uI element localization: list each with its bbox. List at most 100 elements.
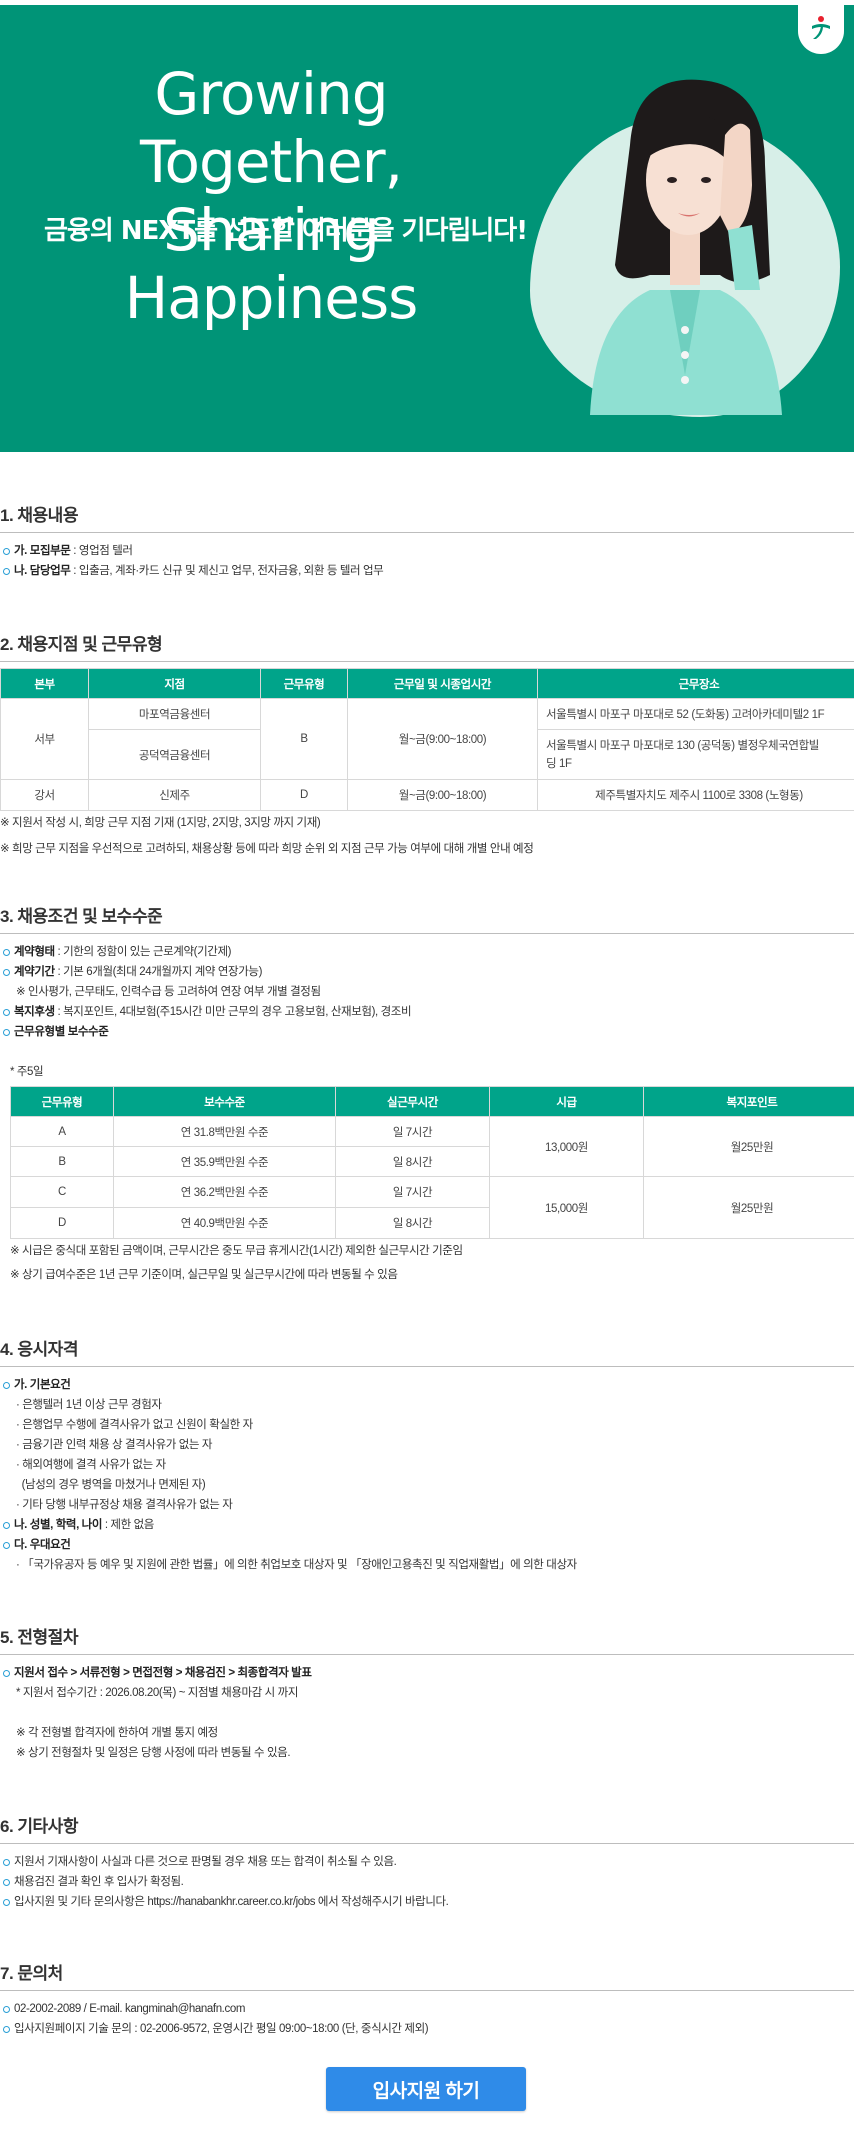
cell-point: 월25만원: [643, 1116, 854, 1177]
table-row: 서부 마포역금융센터 B 월~금(9:00~18:00) 서울특별시 마포구 마…: [0, 698, 854, 780]
recruit-item-duty: 나. 담당업무 : 입출금, 계좌·카드 신규 및 제신고 업무, 전자금융, …: [0, 561, 854, 581]
section-contact: 7. 문의처 02-2002-2089 / E-mail. kangminah@…: [0, 1962, 854, 2039]
col-header: 복지포인트: [643, 1086, 854, 1117]
cell-pay: 연 31.8백만원 수준: [113, 1116, 336, 1147]
branch-note: ※ 희망 근무 지점을 우선적으로 고려하되, 채용상황 등에 따라 희망 순위…: [0, 843, 534, 855]
qual-pref-heading: 다. 우대요건: [0, 1535, 854, 1555]
section-title: 6. 기타사항: [0, 1817, 78, 1836]
cell-hours: 일 7시간: [335, 1176, 490, 1208]
cell-place: 서울특별시 마포구 마포대로 130 (공덕동) 별정우체국연합빌 딩 1F: [537, 729, 854, 780]
model-illustration: [590, 79, 782, 415]
section-branches: 2. 채용지점 및 근무유형 본부 지점 근무유형 근무일 및 시종업시간 근무…: [0, 633, 854, 859]
cell-wage: 13,000원: [489, 1116, 644, 1177]
hana-logo-icon: [812, 16, 830, 39]
cell-point: 월25만원: [643, 1176, 854, 1239]
week-note: * 주5일: [10, 1066, 44, 1078]
cell-type: A: [10, 1116, 114, 1147]
qual-basic-heading: 가. 기본요건: [0, 1375, 854, 1395]
section-conditions: 3. 채용조건 및 보수수준 계약형태 : 기한의 정함이 있는 근로계약(기간…: [0, 905, 854, 1285]
section-title: 5. 전형절차: [0, 1628, 78, 1647]
recruit-item-division: 가. 모집부문 : 영업점 텔러: [0, 541, 854, 561]
col-header: 근무일 및 시종업시간: [347, 668, 538, 699]
table-row: A 연 31.8백만원 수준 일 7시간 13,000원 월25만원: [10, 1116, 854, 1177]
cell-wage: 15,000원: [489, 1176, 644, 1239]
section-divider: [0, 661, 854, 662]
pay-note: ※ 상기 급여수준은 1년 근무 기준이며, 실근무일 및 실근무시간에 따라 …: [10, 1269, 398, 1281]
process-period: * 지원서 접수기간 : 2026.08.20(목) ~ 지점별 채용마감 시 …: [16, 1687, 298, 1699]
cell-hours: 일 8시간: [335, 1207, 490, 1239]
cell-pay: 연 35.9백만원 수준: [113, 1146, 336, 1177]
cell-type: D: [10, 1207, 114, 1239]
section-qualifications: 4. 응시자격 가. 기본요건 · 은행텔러 1년 이상 근무 경험자 · 은행…: [0, 1338, 854, 1575]
section-title: 7. 문의처: [0, 1964, 63, 1983]
process-note: ※ 상기 전형절차 및 일정은 당행 사정에 따라 변동될 수 있음.: [16, 1747, 291, 1759]
banner-subtitle: 금융의 NEXT를 선도할 여러분을 기다립니다!: [44, 216, 528, 246]
contact-item: 02-2002-2089 / E-mail. kangminah@hanafn.…: [0, 1999, 854, 2019]
branch-table: 본부 지점 근무유형 근무일 및 시종업시간 근무장소 서부 마포역금융센터 B…: [0, 668, 854, 811]
section-title: 2. 채용지점 및 근무유형: [0, 635, 163, 654]
section-divider: [0, 1654, 854, 1655]
condition-welfare: 복지후생 : 복지포인트, 4대보험(주15시간 미만 근무의 경우 고용보험,…: [0, 1002, 854, 1022]
section-divider: [0, 1843, 854, 1844]
pay-table: 근무유형 보수수준 실근무시간 시급 복지포인트 A 연 31.8백만원 수준 …: [10, 1086, 854, 1239]
cell-type: D: [260, 779, 348, 811]
cell-hours: 일 8시간: [335, 1146, 490, 1177]
col-header: 근무장소: [537, 668, 854, 699]
qual-pref-item: · 「국가유공자 등 예우 및 지원에 관한 법률」에 의한 취업보호 대상자 …: [16, 1559, 577, 1571]
table-header-row: 본부 지점 근무유형 근무일 및 시종업시간 근무장소: [0, 668, 854, 699]
cell-branch: 신제주: [88, 779, 261, 811]
table-row: 강서 신제주 D 월~금(9:00~18:00) 제주특별자치도 제주시 110…: [0, 779, 854, 811]
condition-contract-type: 계약형태 : 기한의 정함이 있는 근로계약(기간제): [0, 942, 854, 962]
cell-hours: 월~금(9:00~18:00): [347, 779, 538, 811]
section-divider: [0, 1990, 854, 1991]
qual-basic-item: · 금융기관 인력 채용 상 결격사유가 없는 자: [16, 1439, 213, 1451]
branch-note: ※ 지원서 작성 시, 희망 근무 지점 기재 (1지망, 2지망, 3지망 까…: [0, 817, 321, 829]
qual-basic-item: · 해외여행에 결격 사유가 없는 자: [16, 1459, 166, 1471]
col-header: 근무유형: [260, 668, 348, 699]
contact-item: 입사지원페이지 기술 문의 : 02-2006-9572, 운영시간 평일 09…: [0, 2019, 854, 2039]
col-header: 시급: [489, 1086, 644, 1117]
section-etc: 6. 기타사항 지원서 기재사항이 사실과 다른 것으로 판명될 경우 채용 또…: [0, 1815, 854, 1912]
section-divider: [0, 933, 854, 934]
table-row: C 연 36.2백만원 수준 일 7시간 15,000원 월25만원: [10, 1176, 854, 1239]
condition-contract-period: 계약기간 : 기본 6개월(최대 24개월까지 계약 연장가능): [0, 962, 854, 982]
section-title: 3. 채용조건 및 보수수준: [0, 907, 163, 926]
qual-basic-item: · 은행업무 수행에 결격사유가 없고 신원이 확실한 자: [16, 1419, 253, 1431]
etc-item: 입사지원 및 기타 문의사항은 https://hanabankhr.caree…: [0, 1892, 854, 1912]
cell-branch: 공덕역금융센터: [88, 729, 261, 780]
qual-gender: 나. 성별, 학력, 나이 : 제한 없음: [0, 1515, 854, 1535]
hana-logo: [798, 0, 844, 54]
process-note: ※ 각 전형별 합격자에 한하여 개별 통지 예정: [16, 1727, 218, 1739]
cell-hours: 월~금(9:00~18:00): [347, 698, 538, 780]
banner-title: Growing Together, Sharing Happiness: [36, 60, 506, 332]
section-title: 4. 응시자격: [0, 1340, 78, 1359]
section-recruitment: 1. 채용내용 가. 모집부문 : 영업점 텔러 나. 담당업무 : 입출금, …: [0, 504, 854, 581]
section-title: 1. 채용내용: [0, 506, 78, 525]
process-steps: 지원서 접수 > 서류전형 > 면접전형 > 채용검진 > 최종합격자 발표: [0, 1663, 854, 1683]
etc-item: 지원서 기재사항이 사실과 다른 것으로 판명될 경우 채용 또는 합격이 취소…: [0, 1852, 854, 1872]
apply-button[interactable]: 입사지원 하기: [326, 2067, 526, 2111]
cell-type: C: [10, 1176, 114, 1208]
etc-item: 채용검진 결과 확인 후 입사가 확정됨.: [0, 1872, 854, 1892]
section-process: 5. 전형절차 지원서 접수 > 서류전형 > 면접전형 > 채용검진 > 최종…: [0, 1626, 854, 1763]
col-header: 실근무시간: [335, 1086, 490, 1117]
col-header: 지점: [88, 668, 261, 699]
banner-title-line1: Growing Together,: [139, 60, 403, 196]
qual-basic-item: · 은행텔러 1년 이상 근무 경험자: [16, 1399, 162, 1411]
cell-pay: 연 36.2백만원 수준: [113, 1176, 336, 1208]
cell-pay: 연 40.9백만원 수준: [113, 1207, 336, 1239]
qual-basic-item: · 기타 당행 내부규정상 채용 결격사유가 없는 자: [16, 1499, 233, 1511]
cell-type: B: [260, 698, 348, 780]
cell-type: B: [10, 1146, 114, 1177]
banner-background: Growing Together, Sharing Happiness 금융의 …: [0, 5, 854, 452]
table-header-row: 근무유형 보수수준 실근무시간 시급 복지포인트: [10, 1086, 854, 1117]
condition-pay-heading: 근무유형별 보수수준: [0, 1022, 854, 1042]
cell-place: 서울특별시 마포구 마포대로 52 (도화동) 고려아카데미텔2 1F: [537, 698, 854, 730]
col-header: 보수수준: [113, 1086, 336, 1117]
pay-note: ※ 시급은 중식대 포함된 금액이며, 근무시간은 중도 무급 휴게시간(1시간…: [10, 1245, 463, 1257]
cell-place: 제주특별자치도 제주시 1100로 3308 (노형동): [537, 779, 854, 811]
cell-region: 강서: [0, 779, 89, 811]
cell-branch: 마포역금융센터: [88, 698, 261, 730]
col-header: 근무유형: [10, 1086, 114, 1117]
section-divider: [0, 1366, 854, 1367]
